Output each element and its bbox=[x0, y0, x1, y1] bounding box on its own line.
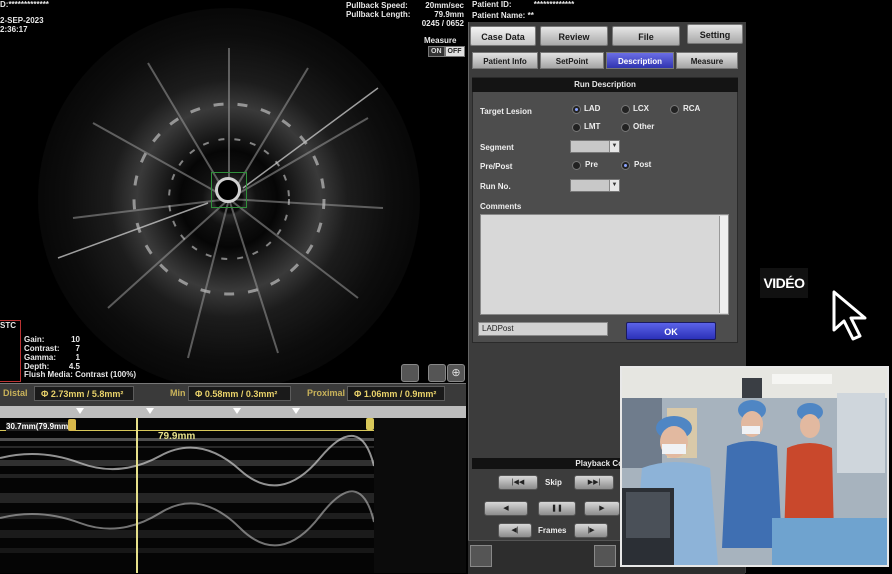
measure-on[interactable]: ON bbox=[428, 46, 445, 57]
operating-room-scene bbox=[622, 368, 887, 565]
radio-other[interactable] bbox=[621, 123, 630, 132]
radio-pre[interactable] bbox=[572, 161, 581, 170]
acquisition-info: D:************* 2-SEP-2023 2:36:17 bbox=[0, 0, 49, 34]
frame-forward-button[interactable]: |▶ bbox=[574, 523, 608, 538]
acquisition-date: 2-SEP-2023 bbox=[0, 16, 44, 25]
catheter-lumen bbox=[215, 177, 241, 203]
measure-toggle[interactable]: ON OFF bbox=[428, 46, 465, 60]
radio-pre-label: Pre bbox=[585, 160, 598, 169]
radio-lcx[interactable] bbox=[621, 105, 630, 114]
flush-media: Flush Media: Contrast (100%) bbox=[24, 370, 137, 379]
min-marker[interactable] bbox=[233, 408, 241, 414]
pause-button[interactable]: ❚❚ bbox=[538, 501, 576, 516]
zoom-out-button[interactable] bbox=[428, 364, 446, 382]
skip-label: Skip bbox=[545, 478, 562, 487]
video-tag: VIDÉO bbox=[760, 268, 808, 298]
tab-measure[interactable]: Measure bbox=[676, 52, 738, 69]
pullback-length-label: Pullback Length: bbox=[346, 10, 411, 19]
pullback-length-value: 79.9mm bbox=[434, 10, 464, 19]
measure-off[interactable]: OFF bbox=[444, 46, 465, 57]
segment-select[interactable]: ▼ bbox=[570, 140, 620, 153]
tab-review[interactable]: Review bbox=[540, 26, 608, 46]
patient-id-value: ************* bbox=[533, 0, 575, 9]
run-no-label: Run No. bbox=[480, 182, 511, 191]
snapshot-button[interactable] bbox=[401, 364, 419, 382]
chevron-down-icon: ▼ bbox=[609, 180, 619, 191]
acquisition-time: 2:36:17 bbox=[0, 25, 28, 34]
proximal-handle[interactable] bbox=[366, 418, 374, 430]
cursor-arrow-icon bbox=[832, 290, 867, 341]
radio-lad-label: LAD bbox=[584, 104, 601, 113]
zoom-in-icon[interactable]: ⊕ bbox=[447, 364, 465, 382]
tab-case-data[interactable]: Case Data bbox=[470, 26, 536, 46]
tab-setpoint[interactable]: SetPoint bbox=[540, 52, 604, 69]
measure-label: Measure bbox=[424, 36, 457, 45]
frame-cursor[interactable] bbox=[136, 418, 138, 573]
radio-lad[interactable] bbox=[572, 105, 581, 114]
sliders-icon[interactable] bbox=[594, 545, 616, 567]
proximal-marker[interactable] bbox=[292, 408, 300, 414]
patient-id: Patient ID: ************* bbox=[472, 0, 574, 9]
comments-label: Comments bbox=[480, 202, 522, 211]
patient-id-overlay: D:************* bbox=[0, 0, 49, 9]
radio-rca-label: RCA bbox=[683, 104, 701, 113]
distal-handle[interactable] bbox=[68, 419, 76, 431]
target-lesion-label: Target Lesion bbox=[480, 107, 532, 116]
radio-lcx-label: LCX bbox=[633, 104, 649, 113]
pullback-speed-label: Pullback Speed: bbox=[346, 1, 408, 10]
patient-name-value: ** bbox=[527, 11, 534, 20]
frame-counter: 0245 / 0652 bbox=[421, 19, 464, 28]
run-no-select[interactable]: ▼ bbox=[570, 179, 620, 192]
frames-label: Frames bbox=[538, 526, 567, 535]
position-readout: 30.7mm(79.9mm) bbox=[6, 422, 71, 431]
tab-patient-info[interactable]: Patient Info bbox=[472, 52, 538, 69]
segment-label: Segment bbox=[480, 143, 514, 152]
cursor-marker[interactable] bbox=[146, 408, 154, 414]
stc-label: STC bbox=[0, 321, 16, 330]
play-forward-button[interactable]: ▶ bbox=[584, 501, 620, 516]
tab-setting[interactable]: Setting bbox=[687, 24, 743, 44]
skip-back-button[interactable]: |◀◀ bbox=[498, 475, 538, 490]
proximal-value: Φ 1.06mm / 0.9mm² bbox=[347, 386, 445, 401]
pullback-speed-value: 20mm/sec bbox=[425, 1, 464, 10]
distal-marker[interactable] bbox=[76, 408, 84, 414]
prepost-label: Pre/Post bbox=[480, 162, 513, 171]
longitudinal-image[interactable] bbox=[0, 418, 466, 573]
min-label: Min bbox=[170, 388, 186, 398]
tab-description[interactable]: Description bbox=[606, 52, 674, 69]
frame-back-button[interactable]: ◀| bbox=[498, 523, 532, 538]
distal-value: Φ 2.73mm / 5.8mm² bbox=[34, 386, 134, 401]
pullback-info: Pullback Speed: 20mm/sec Pullback Length:… bbox=[346, 1, 464, 28]
radio-lmt[interactable] bbox=[572, 123, 581, 132]
radio-other-label: Other bbox=[633, 122, 655, 131]
tab-file[interactable]: File bbox=[612, 26, 680, 46]
catheter-icon[interactable] bbox=[470, 545, 492, 567]
radio-lmt-label: LMT bbox=[584, 122, 601, 131]
image-settings: Gain: 10 Contrast: 7 Gamma: 1 Depth: 4.5 bbox=[24, 335, 80, 371]
patient-id-label: Patient ID: bbox=[472, 0, 512, 9]
chevron-down-icon: ▼ bbox=[609, 141, 619, 152]
patient-name: Patient Name: ** bbox=[472, 11, 534, 20]
comments-scrollbar[interactable] bbox=[719, 216, 728, 313]
radio-post[interactable] bbox=[621, 161, 630, 170]
radio-rca[interactable] bbox=[670, 105, 679, 114]
length-readout: 79.9mm bbox=[158, 431, 196, 442]
run-description-header: Run Description bbox=[472, 78, 738, 92]
ok-button[interactable]: OK bbox=[626, 322, 716, 340]
operating-room-video[interactable] bbox=[620, 366, 889, 567]
min-value: Φ 0.58mm / 0.3mm² bbox=[188, 386, 291, 401]
skip-forward-button[interactable]: ▶▶| bbox=[574, 475, 614, 490]
comments-textarea[interactable] bbox=[480, 214, 729, 315]
radio-post-label: Post bbox=[634, 160, 652, 169]
play-reverse-button[interactable]: ◀ bbox=[484, 501, 528, 516]
proximal-label: Proximal bbox=[307, 388, 346, 398]
distal-label: Distal bbox=[3, 388, 28, 398]
patient-name-label: Patient Name: bbox=[472, 11, 526, 20]
run-description-summary: LADPost bbox=[478, 322, 608, 336]
